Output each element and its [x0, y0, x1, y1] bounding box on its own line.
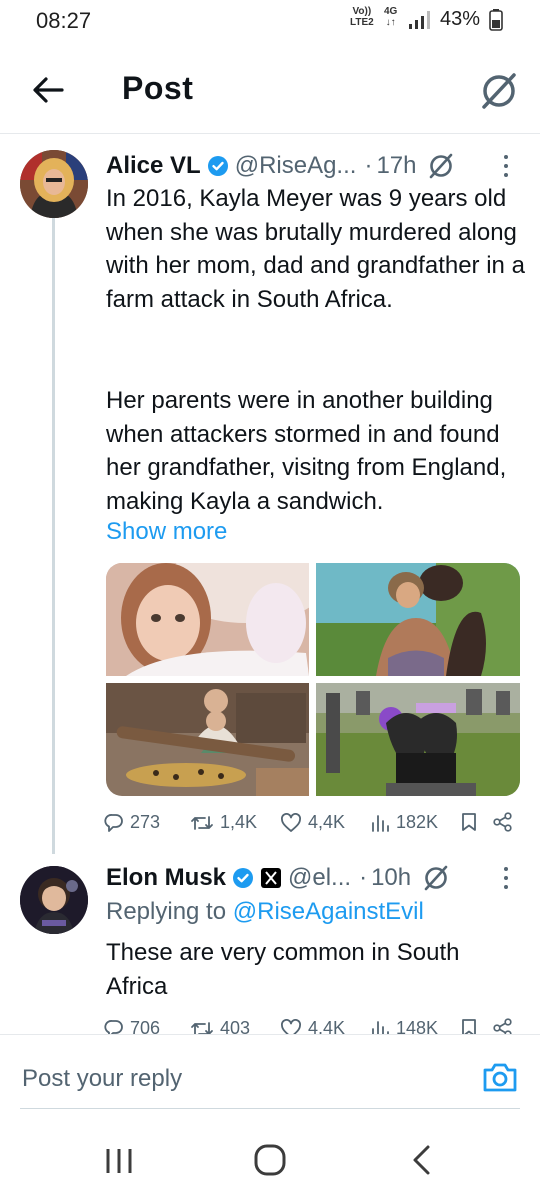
like-button[interactable]: 4,4K: [280, 812, 345, 833]
share-button[interactable]: [492, 812, 514, 832]
signal-icon: [409, 11, 430, 29]
media-image-4[interactable]: [316, 683, 520, 796]
system-navigation-bar: [0, 1112, 540, 1200]
grok-icon[interactable]: [423, 865, 449, 891]
post-time[interactable]: 10h: [371, 864, 411, 892]
home-icon[interactable]: [253, 1143, 287, 1177]
media-grid: [106, 563, 520, 796]
reply-text: These are very common in South Africa: [106, 939, 460, 1000]
heart-icon: [281, 812, 301, 832]
replying-to-mention[interactable]: @RiseAgainstEvil: [233, 898, 424, 925]
affiliate-x-badge-icon: [260, 867, 282, 889]
avatar[interactable]: [20, 150, 88, 218]
media-image-3[interactable]: [106, 683, 309, 796]
grok-icon[interactable]: [428, 153, 454, 179]
repost-icon: [191, 815, 213, 830]
top-app-bar: Post: [0, 54, 540, 134]
grok-icon[interactable]: [480, 72, 518, 110]
author-name[interactable]: Alice VL: [106, 152, 201, 180]
bookmark-button[interactable]: [460, 812, 478, 832]
status-time: 08:27: [36, 8, 92, 33]
thread-connector-line: [52, 214, 55, 854]
battery-percent: 43%: [440, 8, 481, 30]
status-bar: 08:27 Vo)) LTE2 4G ↓↑ 43%: [0, 0, 540, 44]
show-more-link[interactable]: Show more: [106, 518, 227, 546]
post-author-row: Alice VL @RiseAg... · 17h: [106, 150, 454, 182]
media-image-1[interactable]: [106, 563, 309, 676]
author-name[interactable]: Elon Musk: [106, 864, 226, 892]
post-text-paragraph-1: In 2016, Kayla Meyer was 9 years old whe…: [106, 185, 525, 313]
media-image-2[interactable]: [316, 563, 520, 676]
like-count: 4,4K: [308, 812, 346, 832]
views-button[interactable]: 182K: [370, 812, 438, 833]
page-title: Post: [122, 70, 194, 106]
reply-author-row: Elon Musk @el... · 10h: [106, 862, 449, 894]
back-icon[interactable]: [410, 1144, 434, 1176]
avatar[interactable]: [20, 866, 88, 934]
separator-dot: ·: [364, 152, 373, 179]
separator-dot: ·: [359, 864, 368, 891]
arrow-left-icon[interactable]: [28, 72, 68, 108]
compose-divider: [20, 1108, 520, 1109]
author-handle[interactable]: @RiseAg...: [235, 152, 357, 180]
avatar-image: [20, 150, 88, 218]
more-options-icon[interactable]: [500, 150, 512, 182]
verified-badge-icon: [207, 155, 229, 177]
views-icon: [372, 814, 389, 832]
replying-to: Replying to @RiseAgainstEvil: [106, 898, 424, 925]
reply-input[interactable]: Post your reply: [22, 1065, 182, 1093]
repost-count: 1,4K: [220, 812, 258, 832]
reply-button[interactable]: 273: [104, 812, 160, 833]
status-network-type: 4G ↓↑: [384, 6, 398, 28]
author-handle[interactable]: @el...: [288, 864, 351, 892]
bookmark-icon: [462, 813, 476, 831]
status-volte: Vo)) LTE2: [350, 6, 374, 28]
recent-apps-icon[interactable]: [104, 1146, 134, 1176]
post-action-bar: 273 1,4K 4,4K 182K: [104, 812, 524, 838]
share-icon: [493, 812, 512, 832]
repost-button[interactable]: 1,4K: [190, 812, 257, 833]
avatar-image: [20, 866, 88, 934]
battery-icon: [489, 9, 503, 31]
reply-compose-bar: Post your reply: [0, 1034, 540, 1110]
post-text-paragraph-2: Her parents were in another building whe…: [106, 387, 507, 515]
more-options-icon[interactable]: [500, 862, 512, 894]
camera-icon[interactable]: [482, 1061, 518, 1093]
reply-icon: [104, 813, 123, 832]
post-time[interactable]: 17h: [376, 152, 416, 180]
reply-count: 273: [130, 812, 161, 832]
verified-badge-icon: [232, 867, 254, 889]
views-count: 182K: [396, 812, 439, 832]
